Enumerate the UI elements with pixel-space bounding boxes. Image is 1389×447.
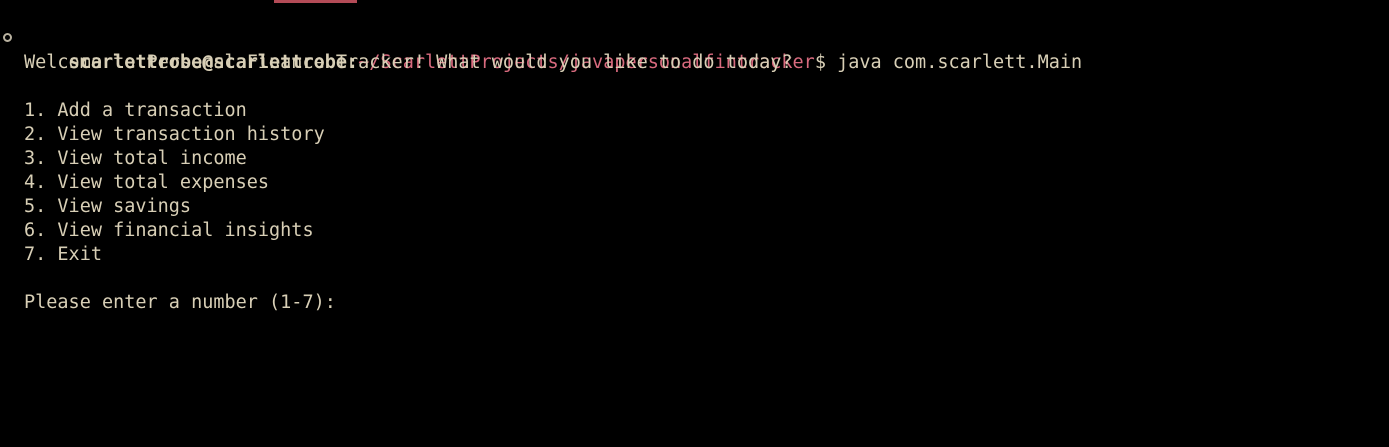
menu-item-add-transaction: 1. Add a transaction (24, 100, 247, 121)
input-prompt[interactable]: Please enter a number (1-7): (0, 291, 1389, 315)
menu-item-view-expenses: 4. View total expenses (24, 172, 270, 193)
menu-item-view-savings: 5. View savings (24, 196, 192, 217)
menu-item-view-history: 2. View transaction history (24, 124, 325, 145)
active-tab-indicator (274, 0, 357, 3)
terminal-output[interactable]: scarlettrobe@scarlettrobe:~/ScarlettProj… (0, 27, 1389, 447)
prompt-line: scarlettrobe@scarlettrobe:~/ScarlettProj… (0, 27, 1389, 73)
menu-item-view-income: 3. View total income (24, 148, 247, 169)
welcome-message: Welcome to Personal Finance Tracker! Wha… (24, 52, 793, 73)
command-status-circle-icon[interactable] (3, 33, 12, 42)
menu-item-view-insights: 6. View financial insights (24, 220, 314, 241)
menu-item-exit: 7. Exit (24, 244, 102, 265)
